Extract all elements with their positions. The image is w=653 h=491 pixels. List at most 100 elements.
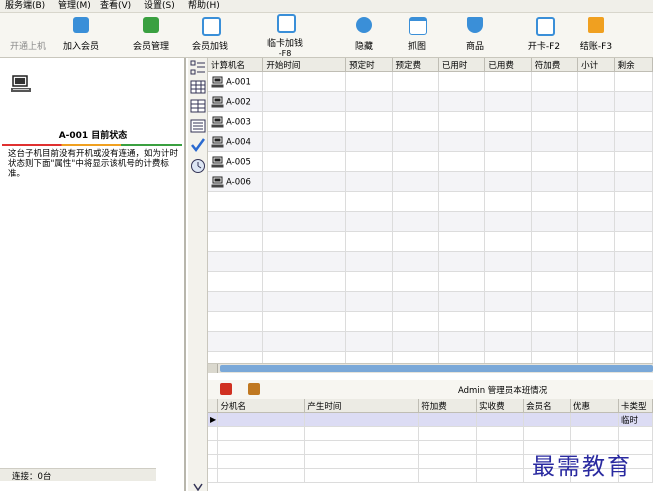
goods-button[interactable]: 商品: [456, 13, 494, 58]
table-row[interactable]: A-005: [208, 151, 653, 172]
member-topup-icon: [202, 17, 221, 36]
table-row[interactable]: [208, 191, 653, 212]
add-member-icon: [73, 17, 89, 33]
column-header[interactable]: 会员名: [523, 399, 572, 413]
computer-table: 计算机名 开始时间 预定时 预定费 已用时 已用费 符加费 小计 剩余 A-001 A-002 A-…: [208, 58, 653, 363]
table-row[interactable]: [208, 351, 653, 363]
screenshot-button[interactable]: 抓图: [398, 13, 436, 58]
view-toolbar: [188, 58, 208, 491]
table-row[interactable]: [208, 251, 653, 272]
computer-name-cell: A-004: [208, 131, 264, 152]
cart-icon: [467, 17, 483, 33]
status-panel: A-001 目前状态 这台子机目前没有开机或没有连通，如为计时状态则下面"属性"…: [0, 58, 186, 491]
table-row[interactable]: [208, 331, 653, 352]
temp-card-topup-button[interactable]: 临卡加钱 -F8: [259, 13, 311, 58]
computer-name-cell: A-003: [208, 111, 264, 132]
table-row[interactable]: A-003: [208, 111, 653, 132]
export-icon[interactable]: [248, 383, 260, 395]
table-row[interactable]: [208, 291, 653, 312]
menu-manage[interactable]: 管理(M): [58, 0, 91, 13]
column-header[interactable]: 小计: [577, 58, 615, 72]
state-title: A-001 目前状态: [58, 131, 128, 141]
table-row[interactable]: [208, 231, 653, 252]
computer-name-cell: A-002: [208, 91, 264, 112]
table-row[interactable]: [208, 311, 653, 332]
computer-icon: [211, 76, 224, 87]
computer-grid: 计算机名 开始时间 预定时 预定费 已用时 已用费 符加费 小计 剩余 A-001 A-002 A-…: [208, 58, 653, 363]
computer-icon: [211, 136, 224, 147]
computer-name: A-004: [226, 137, 251, 147]
state-description: 这台子机目前没有开机或没有连通，如为计时状态则下面"属性"中将显示该机号的计费标…: [8, 149, 179, 179]
tree-view-icon[interactable]: [190, 60, 206, 76]
member-manage-button[interactable]: 会员管理: [126, 13, 176, 58]
column-header[interactable]: 优惠: [570, 399, 619, 413]
computer-name: A-002: [226, 97, 251, 107]
column-header[interactable]: 分机名: [217, 399, 306, 413]
column-header[interactable]: 卡类型: [618, 399, 653, 413]
computer-name: A-003: [226, 117, 251, 127]
computer-name-cell: A-001: [208, 71, 264, 92]
member-topup-button[interactable]: 会员加钱: [186, 13, 234, 58]
grid-view-icon[interactable]: [190, 79, 206, 95]
menu-settings[interactable]: 设置(S): [144, 0, 175, 13]
column-header[interactable]: 实收费: [476, 399, 525, 413]
column-header[interactable]: 已用时: [438, 58, 486, 72]
refresh-icon[interactable]: [220, 383, 232, 395]
scroll-left-icon[interactable]: [208, 364, 218, 373]
computer-name: A-005: [226, 157, 251, 167]
column-header[interactable]: 计算机名: [208, 58, 264, 72]
computer-name-cell: A-005: [208, 151, 264, 172]
column-header[interactable]: 产生时间: [304, 399, 420, 413]
scroll-thumb[interactable]: [220, 365, 653, 372]
column-header[interactable]: 预定时: [345, 58, 393, 72]
watermark: 最需教育: [532, 454, 632, 480]
computer-name-cell: A-006: [208, 171, 264, 192]
computer-icon: [211, 176, 224, 187]
collapse-icon[interactable]: [190, 483, 206, 491]
table-row[interactable]: A-001: [208, 71, 653, 92]
column-header[interactable]: 已用费: [484, 58, 532, 72]
screenshot-icon: [409, 17, 427, 35]
connection-statusbar: 连接：0台: [0, 468, 156, 482]
menu-view[interactable]: 查看(V): [100, 0, 131, 13]
computer-icon: [211, 116, 224, 127]
computer-icon: [11, 75, 31, 92]
open-card-icon: [536, 17, 555, 36]
computer-name: A-001: [226, 77, 251, 87]
menu-help[interactable]: 帮助(H): [188, 0, 220, 13]
checkout-button[interactable]: 结账-F3: [572, 13, 620, 58]
connection-status: 连接：0台: [12, 472, 52, 482]
open-card-button[interactable]: 开卡-F2: [520, 13, 568, 58]
add-member-button[interactable]: 加入会员: [58, 13, 104, 58]
temp-card-topup-icon: [277, 14, 296, 33]
hide-button[interactable]: 隐藏: [344, 13, 384, 58]
menu-server[interactable]: 服务端(B): [5, 0, 45, 13]
clock-icon[interactable]: [190, 158, 206, 174]
list-view-icon[interactable]: [190, 118, 206, 134]
state-divider: [2, 144, 182, 146]
open-session-button[interactable]: 开通上机: [4, 13, 52, 58]
column-header[interactable]: 开始时间: [262, 58, 347, 72]
menu-bar: 服务端(B) 管理(M) 查看(V) 设置(S) 帮助(H): [0, 0, 653, 13]
column-header[interactable]: 符加费: [418, 399, 478, 413]
row-pointer-icon: ▶: [208, 412, 219, 427]
table-row[interactable]: A-002: [208, 91, 653, 112]
folder-icon: [588, 17, 604, 33]
computer-icon: [211, 156, 224, 167]
check-icon[interactable]: [190, 137, 206, 153]
column-header[interactable]: 剩余: [614, 58, 653, 72]
table-view-icon[interactable]: [190, 98, 206, 114]
column-header[interactable]: 预定费: [392, 58, 439, 72]
table-row[interactable]: A-004: [208, 131, 653, 152]
toolbar: 开通上机 加入会员 会员管理 会员加钱 临卡加钱 -F8 隐藏 抓图 商品 开卡…: [0, 13, 653, 58]
column-header[interactable]: 符加费: [531, 58, 579, 72]
row-indicator-header: [208, 399, 219, 413]
card-type-cell: 临时: [618, 412, 653, 427]
table-row[interactable]: A-006: [208, 171, 653, 192]
table-row[interactable]: ▶ 临时: [208, 412, 653, 427]
table-row[interactable]: [208, 211, 653, 232]
table-row[interactable]: [208, 271, 653, 292]
computer-name: A-006: [226, 177, 251, 187]
horizontal-scrollbar[interactable]: [208, 363, 653, 373]
computer-icon: [211, 96, 224, 107]
